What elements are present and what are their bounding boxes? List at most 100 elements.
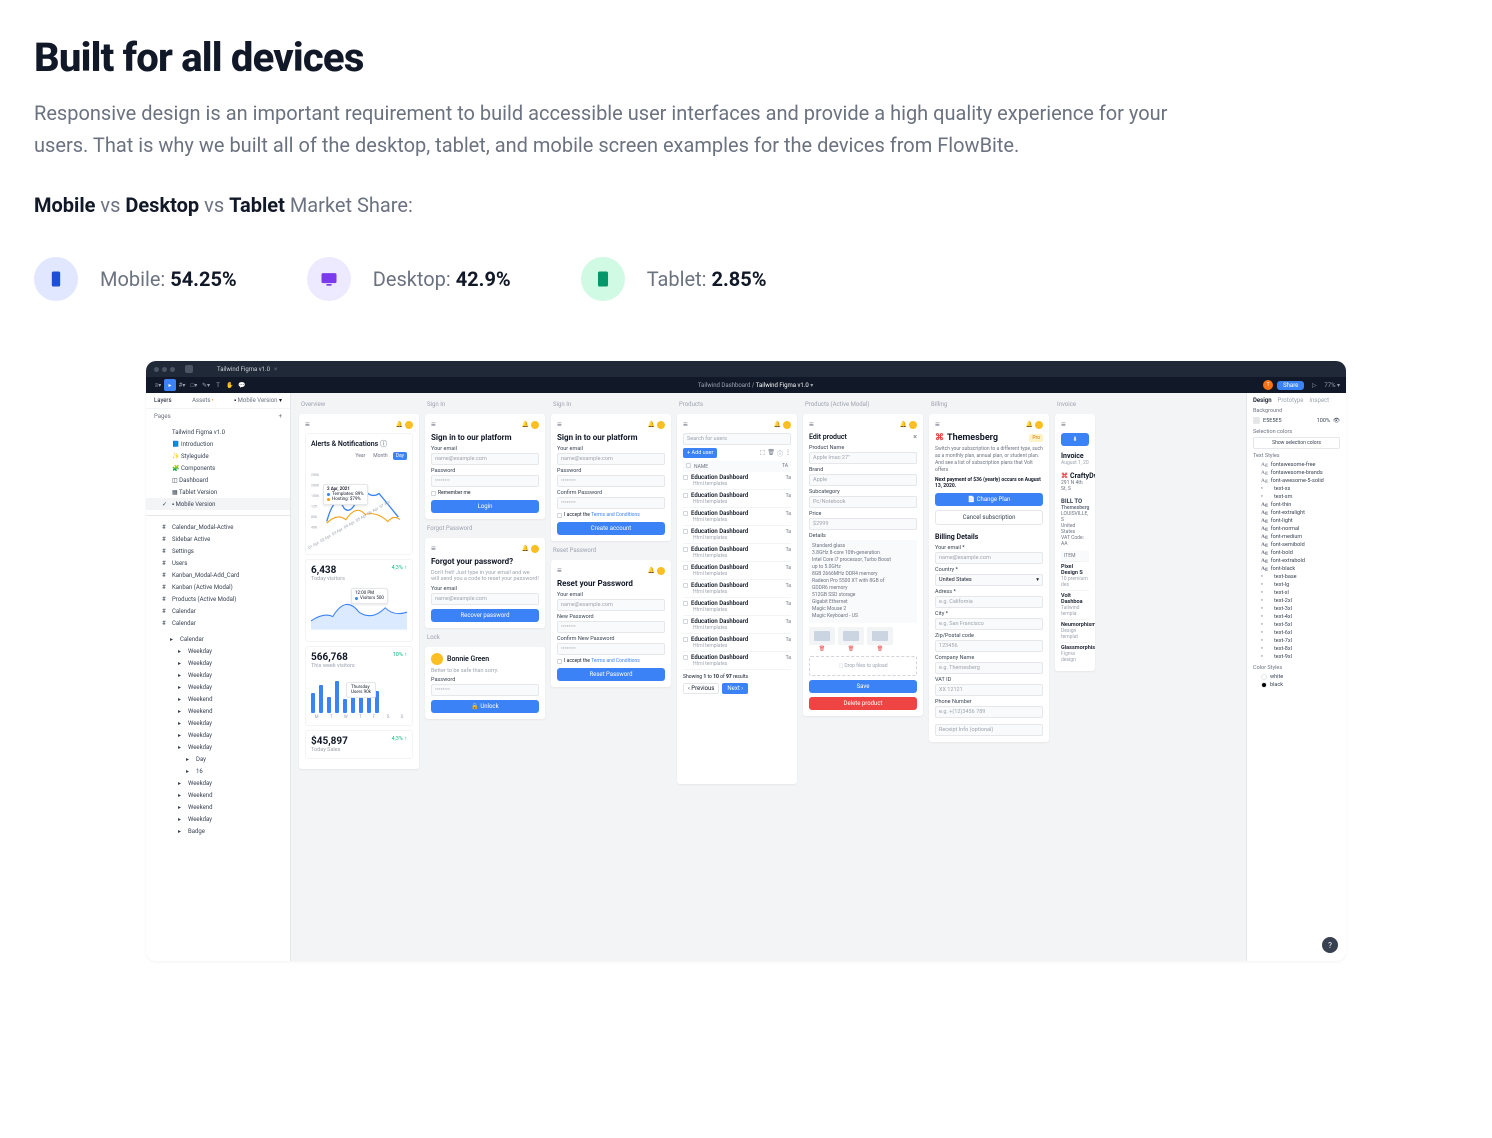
table-row[interactable]: Education DashboardTaHtml templates bbox=[683, 598, 791, 616]
text-style-item[interactable]: Agfont-semibold bbox=[1253, 541, 1340, 549]
text-style-item[interactable]: •text-9xl bbox=[1253, 653, 1340, 661]
delete-product-button[interactable]: Delete product bbox=[809, 697, 917, 710]
layer-tree-item[interactable]: ▸Weekend bbox=[146, 801, 290, 813]
vat-field[interactable]: XX 12121 bbox=[935, 684, 1043, 696]
bell-icon[interactable]: 🔔 bbox=[396, 421, 403, 429]
lock-password-field[interactable]: •••••••• bbox=[431, 684, 539, 696]
billing-email-field[interactable]: name@example.com bbox=[935, 552, 1043, 564]
company-field[interactable]: e.g. Themesberg bbox=[935, 662, 1043, 674]
layer-tree-item[interactable]: ▸Weekday bbox=[146, 813, 290, 825]
product-image[interactable] bbox=[838, 627, 864, 645]
save-button[interactable]: Save bbox=[809, 680, 917, 693]
zip-field[interactable]: 123456 bbox=[935, 640, 1043, 652]
layer-tree-item[interactable]: ▸Weekday bbox=[146, 717, 290, 729]
text-style-item[interactable]: Agfont-black bbox=[1253, 565, 1340, 573]
brand-field[interactable]: Apple bbox=[809, 474, 917, 486]
email-field[interactable]: name@example.com bbox=[431, 453, 539, 465]
export-icon[interactable]: ⬚ bbox=[760, 449, 766, 458]
page-selector[interactable]: ▪ Mobile Version ▾ bbox=[234, 397, 282, 404]
login-button[interactable]: Login bbox=[431, 500, 539, 513]
layer-item[interactable]: #Settings bbox=[146, 545, 290, 557]
tab-prototype[interactable]: Prototype bbox=[1278, 397, 1304, 404]
burger-icon[interactable]: ≡ bbox=[305, 420, 310, 429]
add-page-button[interactable]: + bbox=[279, 413, 282, 420]
breadcrumb[interactable]: Tailwind Dashboard / Tailwind Figma v1.0… bbox=[698, 382, 813, 389]
add-user-button[interactable]: + Add user bbox=[683, 448, 717, 458]
layer-tree-item[interactable]: ▸Badge bbox=[146, 825, 290, 837]
background-color-row[interactable]: E5E5E5 100% 👁 bbox=[1253, 416, 1340, 425]
unlock-button[interactable]: 🔒 Unlock bbox=[431, 700, 539, 713]
font-style-item[interactable]: Agfontawesome-brands bbox=[1253, 469, 1340, 477]
file-tab[interactable]: Tailwind Figma v1.0× bbox=[217, 366, 277, 373]
layer-tree-item[interactable]: ▸Weekend bbox=[146, 789, 290, 801]
info-icon[interactable]: ⓘ bbox=[777, 449, 783, 458]
city-field[interactable]: e.g. San Francisco bbox=[935, 618, 1043, 630]
more-icon[interactable]: ⋮ bbox=[785, 449, 791, 458]
email-field[interactable]: name@example.com bbox=[557, 453, 665, 465]
table-row[interactable]: Education DashboardTaHtml templates bbox=[683, 616, 791, 634]
page-item[interactable]: ▦ Tablet Version bbox=[146, 486, 290, 498]
layer-tree-item[interactable]: ▸Weekday bbox=[146, 645, 290, 657]
layer-tree-item[interactable]: ▸Day bbox=[146, 753, 290, 765]
layer-tree-item[interactable]: ▸Weekday bbox=[146, 681, 290, 693]
text-style-item[interactable]: Agfont-bold bbox=[1253, 549, 1340, 557]
layer-item[interactable]: #Kanban (Active Modal) bbox=[146, 581, 290, 593]
prev-button[interactable]: ‹ Previous bbox=[683, 683, 719, 694]
text-style-item[interactable]: •text-sm bbox=[1253, 493, 1340, 501]
table-row[interactable]: Education DashboardTaHtml templates bbox=[683, 472, 791, 490]
layer-tree-item[interactable]: ▸Weekday bbox=[146, 777, 290, 789]
layer-tree-item[interactable]: ▸Calendar bbox=[146, 633, 290, 645]
table-row[interactable]: Education DashboardTaHtml templates bbox=[683, 634, 791, 652]
text-style-item[interactable]: •text-4xl bbox=[1253, 613, 1340, 621]
layer-item[interactable]: #Users bbox=[146, 557, 290, 569]
font-style-item[interactable]: Agfontawesome-free bbox=[1253, 461, 1340, 469]
next-button[interactable]: Next › bbox=[722, 683, 748, 694]
move-tool[interactable]: ▸ bbox=[164, 379, 176, 391]
dropzone[interactable]: ⬚ Drop files to upload bbox=[809, 656, 917, 676]
table-row[interactable]: Education DashboardTaHtml templates bbox=[683, 508, 791, 526]
table-row[interactable]: Education DashboardTaHtml templates bbox=[683, 652, 791, 670]
burger-icon[interactable]: ≡ bbox=[431, 420, 436, 429]
hand-tool[interactable]: ✋ bbox=[224, 379, 236, 391]
text-style-item[interactable]: •text-2xl bbox=[1253, 597, 1340, 605]
table-row[interactable]: Education DashboardTaHtml templates bbox=[683, 562, 791, 580]
tab-layers[interactable]: Layers bbox=[154, 397, 172, 404]
traffic-lights[interactable] bbox=[154, 367, 175, 372]
text-style-item[interactable]: •text-6xl bbox=[1253, 629, 1340, 637]
font-style-item[interactable]: Agfont-awesome-5-solid bbox=[1253, 477, 1340, 485]
price-field[interactable]: $2999 bbox=[809, 518, 917, 530]
avatar[interactable] bbox=[405, 421, 413, 429]
layer-tree-item[interactable]: ▸Weekday bbox=[146, 669, 290, 681]
zoom-level[interactable]: 77% ▾ bbox=[1324, 382, 1340, 389]
show-selection-colors-button[interactable]: Show selection colors bbox=[1253, 437, 1340, 449]
table-row[interactable]: Education DashboardTaHtml templates bbox=[683, 580, 791, 598]
color-white[interactable]: white bbox=[1253, 673, 1340, 681]
layer-item[interactable]: #Calendar bbox=[146, 617, 290, 629]
reset-password-button[interactable]: Reset Password bbox=[557, 668, 665, 681]
text-style-item[interactable]: •text-3xl bbox=[1253, 605, 1340, 613]
page-item[interactable]: Tailwind Figma v1.0 bbox=[146, 426, 290, 438]
recover-button[interactable]: Recover password bbox=[431, 609, 539, 622]
shape-tool[interactable]: □▾ bbox=[188, 379, 200, 391]
text-style-item[interactable]: Agfont-extralight bbox=[1253, 509, 1340, 517]
text-style-item[interactable]: •text-xl bbox=[1253, 589, 1340, 597]
text-style-item[interactable]: Agfont-light bbox=[1253, 517, 1340, 525]
subcategory-field[interactable]: Pc/Notebook bbox=[809, 496, 917, 508]
text-style-item[interactable]: Agfont-extrabold bbox=[1253, 557, 1340, 565]
text-tool[interactable]: T bbox=[212, 379, 224, 391]
text-style-item[interactable]: •text-8xl bbox=[1253, 645, 1340, 653]
menu-icon[interactable]: ≡▾ bbox=[152, 379, 164, 391]
text-style-item[interactable]: Agfont-normal bbox=[1253, 525, 1340, 533]
layer-item[interactable]: #Products (Active Modal) bbox=[146, 593, 290, 605]
delete-image-icon[interactable]: 🗑 bbox=[809, 646, 835, 652]
product-image[interactable] bbox=[809, 627, 835, 645]
text-style-item[interactable]: •text-lg bbox=[1253, 581, 1340, 589]
layer-tree-item[interactable]: ▸16 bbox=[146, 765, 290, 777]
password-field[interactable]: •••••••• bbox=[431, 475, 539, 487]
figma-canvas[interactable]: Overview ≡🔔 Alerts & Notifications ⓘ Yea… bbox=[291, 393, 1246, 961]
user-avatar[interactable]: T bbox=[1263, 380, 1273, 390]
layer-item[interactable]: #Sidebar Active bbox=[146, 533, 290, 545]
table-row[interactable]: Education DashboardTaHtml templates bbox=[683, 544, 791, 562]
change-plan-button[interactable]: 📄 Change Plan bbox=[935, 493, 1043, 506]
layer-tree-item[interactable]: ▸Weekend bbox=[146, 693, 290, 705]
